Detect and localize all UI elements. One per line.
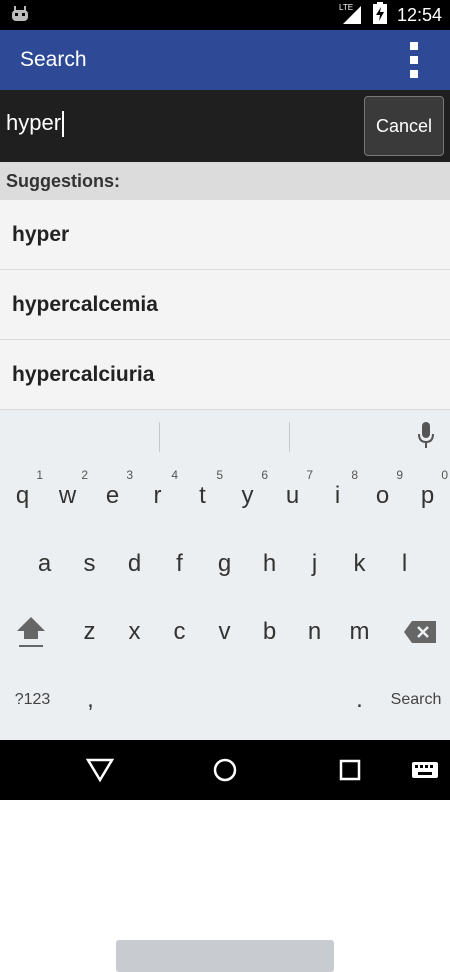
key-label: y	[241, 482, 254, 509]
app-bar: Search	[0, 30, 450, 90]
keyboard-row-2: asdfghjkl	[0, 530, 450, 598]
key-q[interactable]: q1	[0, 462, 45, 530]
key-f[interactable]: f	[157, 530, 202, 598]
key-n[interactable]: n	[292, 598, 337, 666]
key-number-hint: 4	[171, 468, 178, 482]
key-m[interactable]: m	[337, 598, 382, 666]
suggestions-list: hyper hypercalcemia hypercalciuria	[0, 200, 450, 410]
suggestions-header-label: Suggestions:	[6, 171, 121, 191]
search-input[interactable]: hyper	[6, 110, 65, 138]
key-b[interactable]: b	[247, 598, 292, 666]
lte-label: LTE	[339, 3, 353, 12]
key-number-hint: 5	[216, 468, 223, 482]
search-action-key[interactable]: Search	[386, 666, 446, 734]
key-label: p	[420, 482, 435, 509]
key-v[interactable]: v	[202, 598, 247, 666]
suggestion-item[interactable]: hypercalciuria	[0, 340, 450, 410]
key-c[interactable]: c	[157, 598, 202, 666]
key-label: i	[334, 482, 341, 509]
clock: 12:54	[396, 5, 442, 25]
key-s[interactable]: s	[67, 530, 112, 598]
recents-icon[interactable]	[334, 754, 366, 786]
key-l[interactable]: l	[382, 530, 427, 598]
comma-key[interactable]: ,	[68, 666, 113, 734]
key-number-hint: 0	[441, 468, 448, 482]
key-t[interactable]: t5	[180, 462, 225, 530]
status-bar: LTE 12:54	[0, 0, 450, 30]
key-number-hint: 3	[126, 468, 133, 482]
key-h[interactable]: h	[247, 530, 292, 598]
key-number-hint: 7	[306, 468, 313, 482]
search-input-text: hyper	[6, 110, 62, 135]
key-label: e	[105, 482, 120, 509]
home-icon[interactable]	[209, 754, 241, 786]
microphone-icon[interactable]	[416, 422, 436, 450]
keyboard-row-3: zxcvbnm	[0, 598, 450, 666]
keyboard-row-bottom: ?123 , . Search	[0, 666, 450, 972]
key-label: o	[375, 482, 390, 509]
suggestion-label: hypercalcemia	[12, 293, 158, 316]
key-x[interactable]: x	[112, 598, 157, 666]
keyboard-icon[interactable]	[410, 754, 440, 786]
text-cursor	[62, 111, 65, 138]
divider	[159, 422, 160, 452]
symbols-key[interactable]: ?123	[10, 666, 55, 734]
suggestion-label: hypercalciuria	[12, 363, 155, 386]
key-label: q	[15, 482, 30, 509]
signal-icon: LTE	[339, 2, 363, 29]
keyboard: q1w2e3r4t5y6u7i8o9p0 asdfghjkl zxcvbnm ?…	[0, 410, 450, 972]
key-i[interactable]: i8	[315, 462, 360, 530]
overflow-menu-icon[interactable]	[404, 42, 424, 78]
keyboard-row-1: q1w2e3r4t5y6u7i8o9p0	[0, 462, 450, 530]
backspace-key[interactable]	[397, 598, 442, 666]
page-title: Search	[20, 48, 87, 71]
key-y[interactable]: y6	[225, 462, 270, 530]
key-o[interactable]: o9	[360, 462, 405, 530]
key-r[interactable]: r4	[135, 462, 180, 530]
key-g[interactable]: g	[202, 530, 247, 598]
cancel-button[interactable]: Cancel	[364, 96, 444, 156]
key-label: r	[153, 482, 162, 509]
shift-key[interactable]	[8, 598, 53, 666]
key-number-hint: 1	[36, 468, 43, 482]
navigation-bar	[0, 740, 450, 800]
period-key[interactable]: .	[337, 666, 382, 734]
suggestion-item[interactable]: hyper	[0, 200, 450, 270]
key-a[interactable]: a	[22, 530, 67, 598]
key-label: u	[285, 482, 300, 509]
suggestion-item[interactable]: hypercalcemia	[0, 270, 450, 340]
key-w[interactable]: w2	[45, 462, 90, 530]
back-icon[interactable]	[84, 754, 116, 786]
suggestion-label: hyper	[12, 223, 70, 246]
spacebar[interactable]	[116, 940, 334, 972]
key-j[interactable]: j	[292, 530, 337, 598]
key-number-hint: 8	[351, 468, 358, 482]
suggestions-header: Suggestions:	[0, 162, 450, 200]
key-k[interactable]: k	[337, 530, 382, 598]
key-number-hint: 2	[81, 468, 88, 482]
key-u[interactable]: u7	[270, 462, 315, 530]
key-label: t	[199, 482, 206, 509]
key-p[interactable]: p0	[405, 462, 450, 530]
battery-charging-icon	[372, 1, 387, 29]
divider	[289, 422, 290, 452]
key-number-hint: 9	[396, 468, 403, 482]
key-z[interactable]: z	[67, 598, 112, 666]
key-d[interactable]: d	[112, 530, 157, 598]
key-label: w	[58, 482, 77, 509]
android-notification-icon	[10, 5, 30, 25]
search-bar: hyper Cancel	[0, 90, 450, 162]
keyboard-suggestion-strip	[0, 410, 450, 460]
key-number-hint: 6	[261, 468, 268, 482]
key-e[interactable]: e3	[90, 462, 135, 530]
